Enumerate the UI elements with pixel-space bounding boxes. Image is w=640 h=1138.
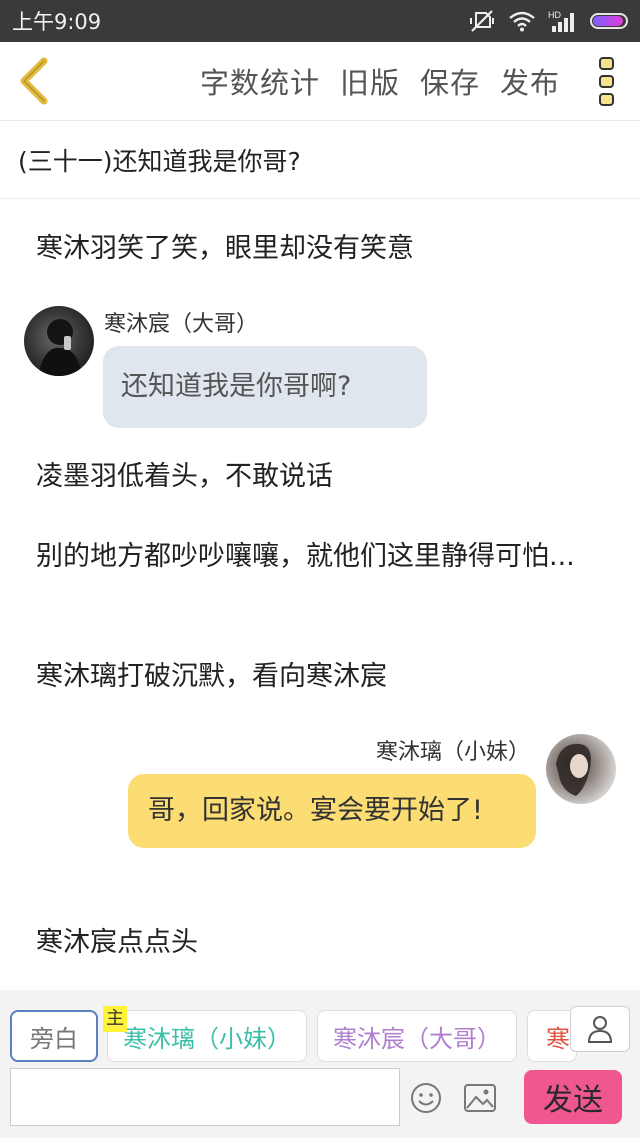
main-character-badge: 主 [103,1006,127,1032]
character-chip-brother[interactable]: 寒沐宸（大哥） [317,1010,517,1062]
compose-panel: 旁白 寒沐璃（小妹） 主 寒沐宸（大哥） 寒 发送 [0,990,640,1138]
dialogue-bubble[interactable]: 哥，回家说。宴会要开始了! [128,774,536,848]
narration-line[interactable]: 别的地方都吵吵嚷嚷，就他们这里静得可怕... [36,538,596,576]
chapter-title[interactable]: (三十一)还知道我是你哥? [0,121,640,199]
emoji-icon[interactable] [410,1082,442,1114]
back-chevron-icon[interactable] [14,56,54,106]
narration-line[interactable]: 凌墨羽低着头，不敢说话 [36,458,596,496]
hd-signal-icon: HD [548,10,574,32]
status-icons: HD [468,9,628,33]
editor-toolbar: 字数统计 旧版 保存 发布 [0,42,640,121]
speaker-name: 寒沐璃（小妹） [375,740,530,765]
toolbar-actions: 字数统计 旧版 保存 发布 [200,42,560,120]
user-icon [587,1016,613,1043]
wifi-icon [509,11,535,32]
old-version-button[interactable]: 旧版 [340,60,400,102]
save-button[interactable]: 保存 [420,60,480,102]
battery-icon [590,13,628,29]
avatar-sister[interactable] [546,734,616,804]
image-icon[interactable] [464,1084,496,1112]
avatar-brother-image [38,319,82,376]
send-button[interactable]: 发送 [524,1070,622,1124]
avatar-brother[interactable] [24,306,94,376]
more-menu-icon[interactable] [598,56,616,108]
message-input[interactable] [10,1068,400,1126]
word-count-button[interactable]: 字数统计 [200,60,320,102]
narration-line[interactable]: 寒沐宸点点头 [36,924,596,962]
battery-level [593,16,623,26]
status-time: 上午9:09 [12,10,102,34]
mute-vibrate-icon [470,10,494,32]
status-bar: 上午9:09 HD [0,0,640,42]
add-character-button[interactable] [570,1006,630,1052]
speaker-name: 寒沐宸（大哥） [104,312,259,337]
publish-button[interactable]: 发布 [500,60,560,102]
character-chip-narration[interactable]: 旁白 [10,1010,98,1062]
avatar-sister-image [556,743,591,796]
hd-label: HD [548,10,561,20]
dialogue-bubble[interactable]: 还知道我是你哥啊? [103,346,427,428]
narration-line[interactable]: 寒沐羽笑了笑，眼里却没有笑意 [36,230,596,268]
narration-line[interactable]: 寒沐璃打破沉默，看向寒沐宸 [36,658,596,696]
story-content: 寒沐羽笑了笑，眼里却没有笑意 寒沐宸（大哥） 还知道我是你哥啊? 凌墨羽低着头，… [0,200,640,990]
character-chip-sister[interactable]: 寒沐璃（小妹） [107,1010,307,1062]
